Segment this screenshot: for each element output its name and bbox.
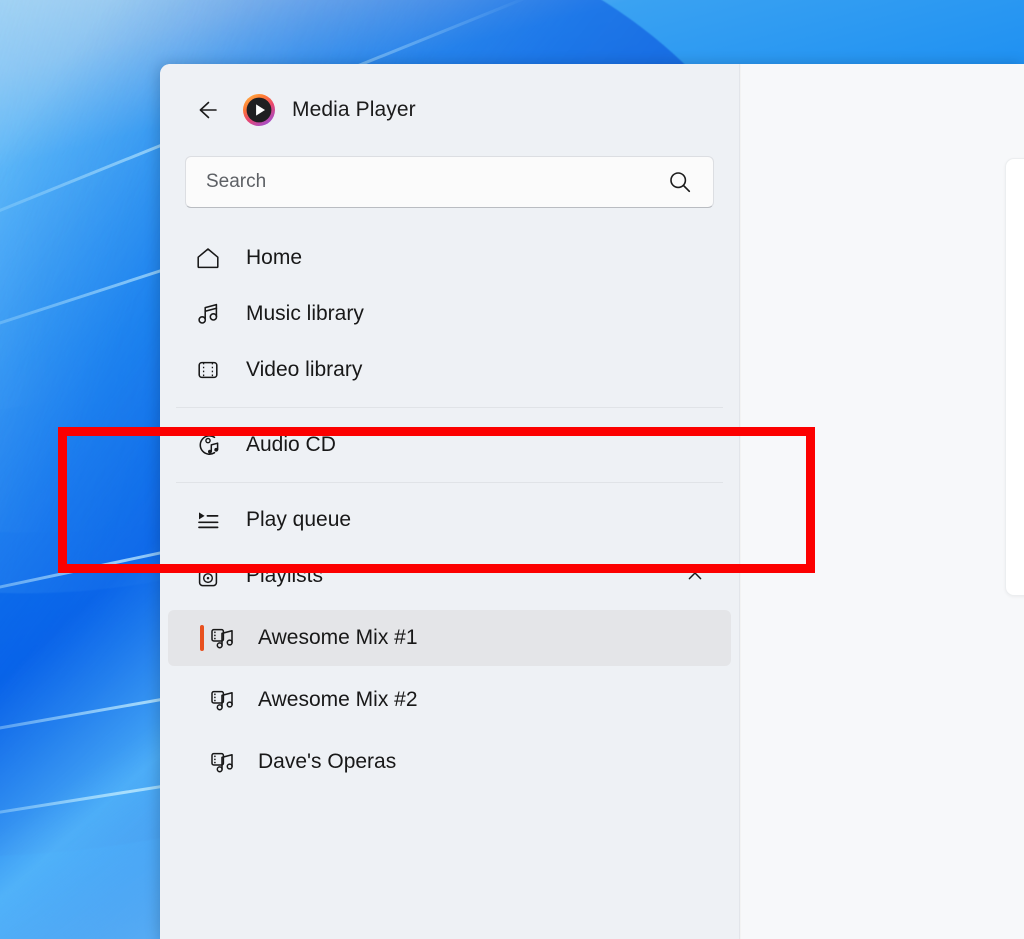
chevron-up-icon[interactable] [685, 566, 705, 586]
sidebar-item-label: Music library [246, 302, 364, 326]
selection-indicator [200, 625, 204, 651]
search-box[interactable] [185, 156, 714, 208]
navigation-sidebar: Media Player Home [160, 64, 740, 939]
play-queue-icon [194, 506, 222, 534]
search-icon[interactable] [667, 169, 693, 195]
playlist-label: Dave's Operas [258, 750, 396, 774]
sidebar-item-video-library[interactable]: Video library [168, 342, 731, 398]
titlebar: Media Player [160, 64, 739, 156]
film-icon [194, 356, 222, 384]
playlist-icon [208, 748, 236, 776]
back-arrow-icon [193, 97, 219, 123]
back-button[interactable] [186, 90, 226, 130]
playlists-icon [194, 562, 222, 590]
media-card[interactable] [1005, 158, 1024, 596]
playlist-label: Awesome Mix #2 [258, 688, 418, 712]
sidebar-item-label: Video library [246, 358, 362, 382]
nav-list: Home Music library Video li [160, 230, 739, 790]
search-input[interactable] [206, 171, 667, 193]
page-title: Media Player [292, 98, 416, 122]
sidebar-item-playlists[interactable]: Playlists [168, 548, 731, 604]
playlist-icon [208, 624, 236, 652]
audio-cd-icon [194, 431, 222, 459]
search-container [160, 156, 739, 208]
sidebar-item-music-library[interactable]: Music library [168, 286, 731, 342]
sidebar-item-label: Home [246, 246, 302, 270]
media-player-icon [242, 93, 276, 127]
sidebar-playlist-daves-operas[interactable]: Dave's Operas [168, 734, 731, 790]
playlist-label: Awesome Mix #1 [258, 626, 418, 650]
nav-separator [176, 407, 723, 408]
media-player-window: Media Player Home [160, 64, 1024, 939]
sidebar-item-home[interactable]: Home [168, 230, 731, 286]
home-icon [194, 244, 222, 272]
sidebar-item-label: Play queue [246, 508, 351, 532]
sidebar-item-label: Playlists [246, 564, 323, 588]
sidebar-item-play-queue[interactable]: Play queue [168, 492, 731, 548]
sidebar-playlist-awesome-mix-2[interactable]: Awesome Mix #2 [168, 672, 731, 728]
sidebar-item-audio-cd[interactable]: Audio CD [168, 417, 731, 473]
content-pane [741, 64, 1024, 939]
music-note-icon [194, 300, 222, 328]
sidebar-playlist-awesome-mix-1[interactable]: Awesome Mix #1 [168, 610, 731, 666]
playlist-icon [208, 686, 236, 714]
nav-separator [176, 482, 723, 483]
sidebar-item-label: Audio CD [246, 433, 336, 457]
